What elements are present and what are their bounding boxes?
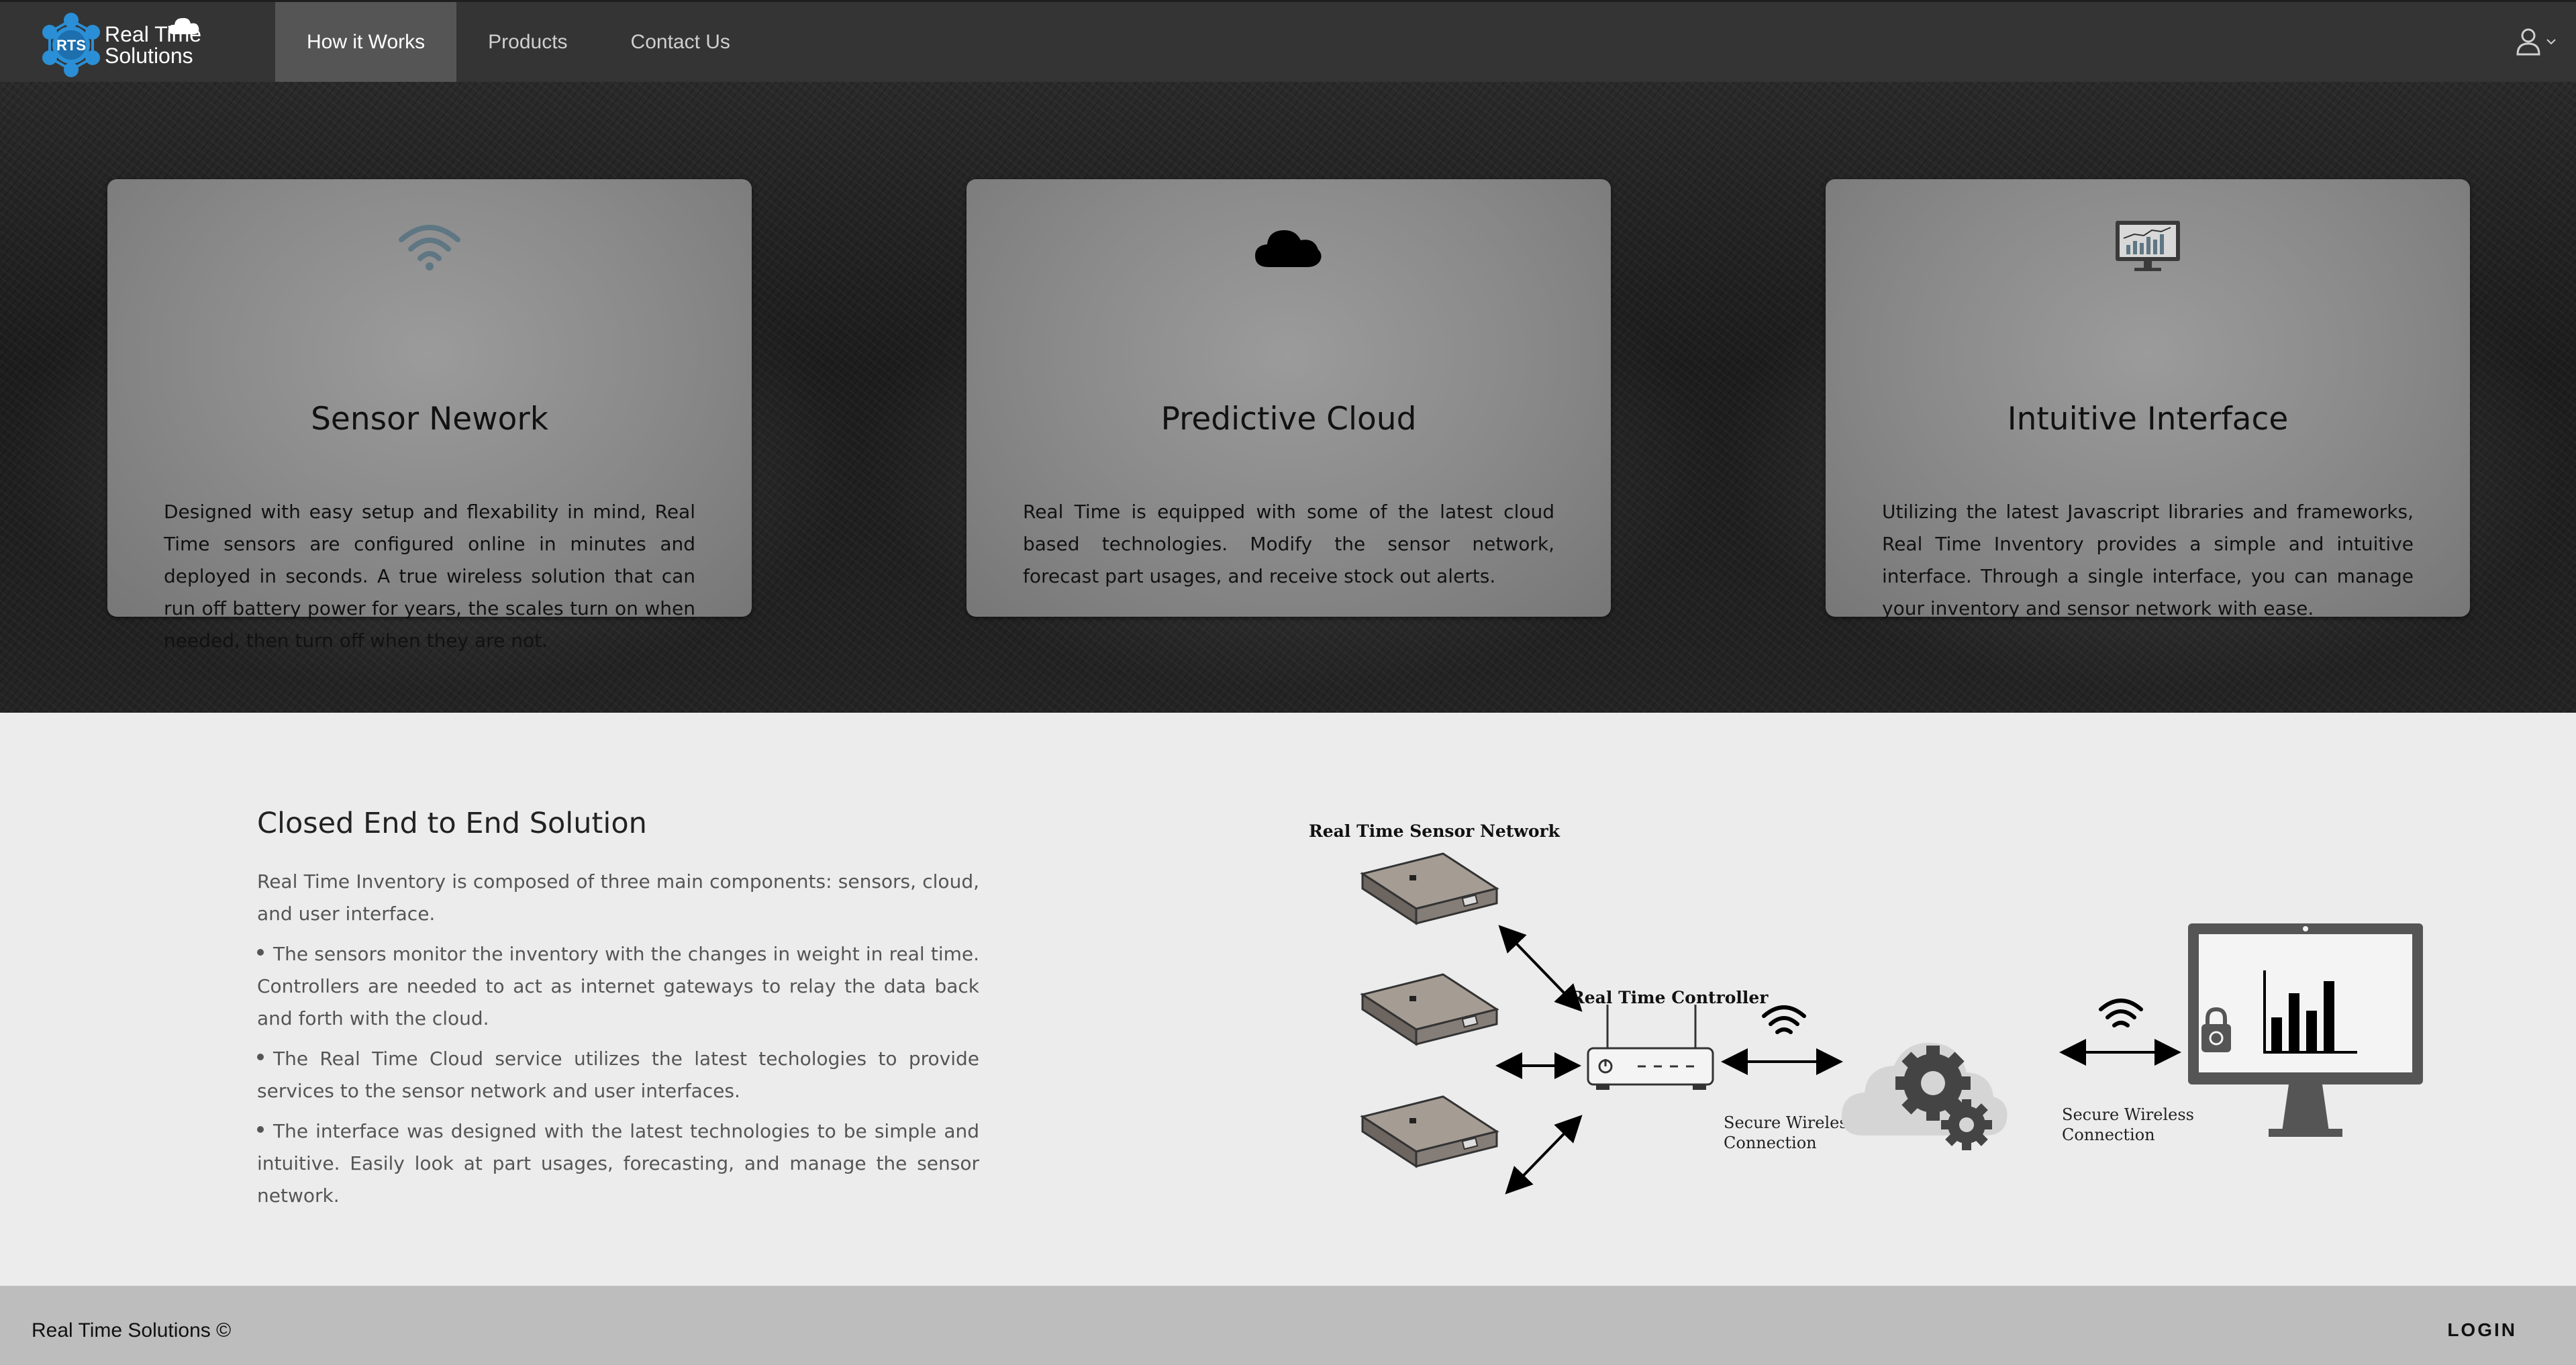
card-body: Designed with easy setup and flexability… <box>164 501 695 652</box>
logo-text: RTS <box>56 37 86 54</box>
tab-products[interactable]: Products <box>456 2 599 82</box>
user-interface-monitor-icon <box>2188 923 2423 1137</box>
bullet-icon <box>257 949 264 956</box>
solution-section: Closed End to End Solution Real Time Inv… <box>0 713 2576 1286</box>
rts-hex-logo-icon: RTS <box>42 13 100 77</box>
monitor-chart-icon <box>2116 221 2180 271</box>
top-navbar: RTS Real Time Solutions How it Works Pro… <box>0 0 2576 82</box>
bullet-icon <box>257 1054 264 1060</box>
list-item: The sensors monitor the inventory with t… <box>257 943 979 1029</box>
wifi-icon <box>399 225 460 270</box>
user-menu[interactable] <box>2516 28 2556 56</box>
sensor-device-2 <box>1361 973 1498 1046</box>
sensor-device-3 <box>1361 1095 1498 1168</box>
feature-card-predictive-cloud: Predictive Cloud Real Time is equipped w… <box>967 179 1611 617</box>
solution-text: Closed End to End Solution Real Time Inv… <box>257 807 979 1220</box>
cloud-icon <box>1255 230 1322 267</box>
footer: Real Time Solutions © LOGIN <box>0 1286 2576 1365</box>
hero-section: Sensor Nework Designed with easy setup a… <box>0 82 2576 713</box>
login-link[interactable]: LOGIN <box>2447 1319 2517 1341</box>
feature-card-sensor-network: Sensor Nework Designed with easy setup a… <box>107 179 752 652</box>
brand-name-line1: Real Time <box>105 22 202 46</box>
bullet-icon <box>257 1126 264 1133</box>
list-item: The Real Time Cloud service utilizes the… <box>257 1048 979 1102</box>
card-title: Predictive Cloud <box>1160 401 1417 438</box>
section-intro: Real Time Inventory is composed of three… <box>257 870 979 925</box>
section-title: Closed End to End Solution <box>257 807 647 840</box>
card-title: Sensor Nework <box>311 401 548 438</box>
wifi-signal-icon <box>2099 999 2143 1027</box>
footer-copyright: Real Time Solutions © <box>32 1319 232 1342</box>
chevron-down-icon <box>2546 39 2556 45</box>
feature-card-intuitive-interface: Intuitive Interface Utilizing the latest… <box>1826 179 2470 619</box>
list-item: The interface was designed with the late… <box>257 1120 979 1207</box>
network-diagram-graphic <box>1361 852 2423 1195</box>
sensor-device-1 <box>1361 852 1498 925</box>
main-nav: How it Works Products Contact Us <box>275 2 762 82</box>
card-body: Utilizing the latest Javascript librarie… <box>1882 501 2414 619</box>
controller-router-icon <box>1587 1005 1714 1090</box>
cloud-gears-icon <box>1841 1042 2008 1150</box>
card-body: Real Time is equipped with some of the l… <box>1023 501 1554 587</box>
component-list: The sensors monitor the inventory with t… <box>257 938 979 1212</box>
tab-contact-us[interactable]: Contact Us <box>599 2 762 82</box>
brand-logo[interactable]: RTS Real Time Solutions <box>38 9 212 77</box>
card-title: Intuitive Interface <box>2007 401 2289 438</box>
tab-how-it-works[interactable]: How it Works <box>275 2 457 82</box>
user-icon <box>2516 28 2540 56</box>
architecture-diagram: Real Time Sensor Network Real Time Contr… <box>1295 780 2436 1250</box>
wifi-signal-icon <box>1762 1005 1806 1034</box>
brand-name-line2: Solutions <box>105 44 193 68</box>
